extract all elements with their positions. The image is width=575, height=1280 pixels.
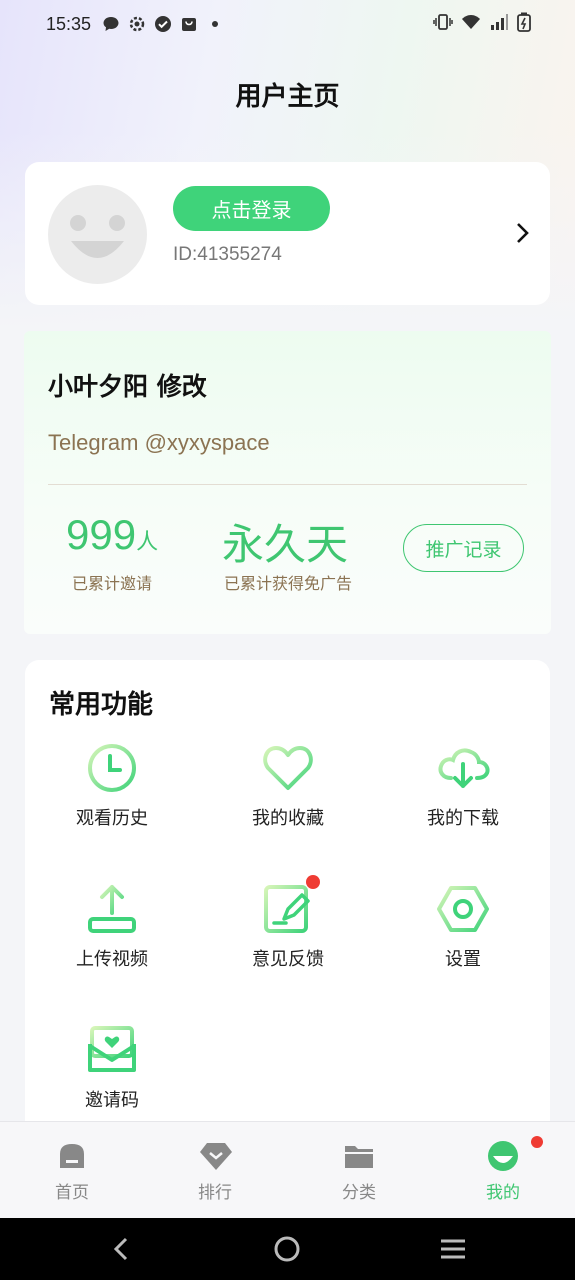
func-label: 设置	[445, 949, 481, 970]
status-time: 15:35	[46, 13, 92, 34]
invite-count-label: 已累计邀请	[72, 574, 153, 593]
functions-card: 常用功能 观看历史 我的收藏 我的下载 上传视频 意见反馈 设置 邀请码	[25, 660, 550, 1180]
ad-free-days-label: 已累计获得免广告	[224, 574, 353, 593]
shopping-bag-icon	[179, 14, 199, 34]
func-watch-history[interactable]: 观看历史	[52, 740, 172, 850]
home-icon	[56, 1140, 88, 1172]
notification-dot	[531, 1136, 543, 1148]
login-button[interactable]: 点击登录	[173, 186, 330, 231]
nav-label: 排行	[198, 1183, 232, 1203]
nav-label: 分类	[342, 1183, 376, 1203]
vibrate-icon	[433, 12, 453, 37]
gear-icon	[127, 14, 147, 34]
nav-item-category[interactable]: 分类	[304, 1122, 414, 1219]
promo-subtitle: Telegram @xyxyspace	[48, 430, 270, 455]
system-nav-bar	[0, 1218, 575, 1280]
cloud-download-icon	[435, 740, 491, 796]
func-feedback[interactable]: 意见反馈	[228, 875, 348, 991]
nav-label: 我的	[486, 1183, 520, 1203]
profile-smile-icon	[487, 1136, 543, 1172]
nav-item-ranking[interactable]: 排行	[160, 1122, 270, 1219]
func-label: 观看历史	[76, 808, 148, 829]
menu-icon[interactable]	[438, 1234, 468, 1264]
avatar[interactable]	[48, 185, 147, 284]
func-settings[interactable]: 设置	[403, 881, 523, 991]
func-label: 我的收藏	[252, 808, 324, 829]
invite-count-unit: 人	[136, 529, 159, 554]
invite-envelope-icon	[84, 1022, 140, 1078]
nav-item-home[interactable]: 首页	[17, 1122, 127, 1219]
page-title: 用户主页	[235, 82, 340, 112]
promo-title: 小叶夕阳 修改	[48, 372, 207, 401]
user-id: ID:41355274	[173, 244, 282, 265]
nav-label: 首页	[55, 1183, 89, 1203]
heart-icon	[260, 740, 316, 796]
invite-count: 999人	[66, 511, 158, 559]
func-label: 意见反馈	[252, 949, 324, 970]
ad-free-days-value: 永久天	[222, 521, 349, 568]
wifi-icon	[461, 12, 481, 37]
func-label: 我的下载	[427, 808, 499, 829]
settings-hex-icon	[435, 881, 491, 937]
func-upload-video[interactable]: 上传视频	[52, 881, 172, 991]
func-favorites[interactable]: 我的收藏	[228, 740, 348, 850]
chevron-right-icon[interactable]	[512, 220, 532, 246]
dot-icon	[205, 14, 225, 34]
func-downloads[interactable]: 我的下载	[403, 740, 523, 850]
func-label: 上传视频	[76, 949, 148, 970]
smiley-avatar-icon	[70, 215, 125, 258]
func-label: 邀请码	[85, 1090, 139, 1111]
bottom-nav: 首页 排行 分类 我的	[0, 1121, 575, 1218]
signal-icon	[489, 12, 509, 37]
ranking-diamond-icon	[199, 1140, 232, 1172]
status-bar: 15:35	[0, 0, 575, 48]
promo-card: 小叶夕阳 修改 Telegram @xyxyspace 999人 已累计邀请 永…	[24, 331, 551, 634]
invite-count-value: 999	[66, 511, 137, 558]
folder-icon	[343, 1140, 375, 1172]
home-circle-icon[interactable]	[272, 1234, 302, 1264]
functions-title: 常用功能	[49, 690, 154, 720]
clock-icon	[84, 740, 140, 796]
nav-item-mine[interactable]: 我的	[448, 1122, 558, 1219]
check-circle-icon	[153, 14, 173, 34]
divider	[48, 484, 527, 485]
ad-free-days: 永久天	[222, 511, 348, 572]
feedback-edit-icon	[260, 875, 320, 937]
battery-icon	[517, 12, 531, 37]
notification-dot	[306, 875, 320, 889]
message-icon	[101, 14, 121, 34]
upload-icon	[84, 881, 140, 937]
back-icon[interactable]	[106, 1234, 136, 1264]
profile-card[interactable]: 点击登录 ID:41355274	[25, 162, 550, 305]
func-invite-code[interactable]: 邀请码	[52, 1022, 172, 1132]
promo-record-button[interactable]: 推广记录	[403, 524, 524, 572]
